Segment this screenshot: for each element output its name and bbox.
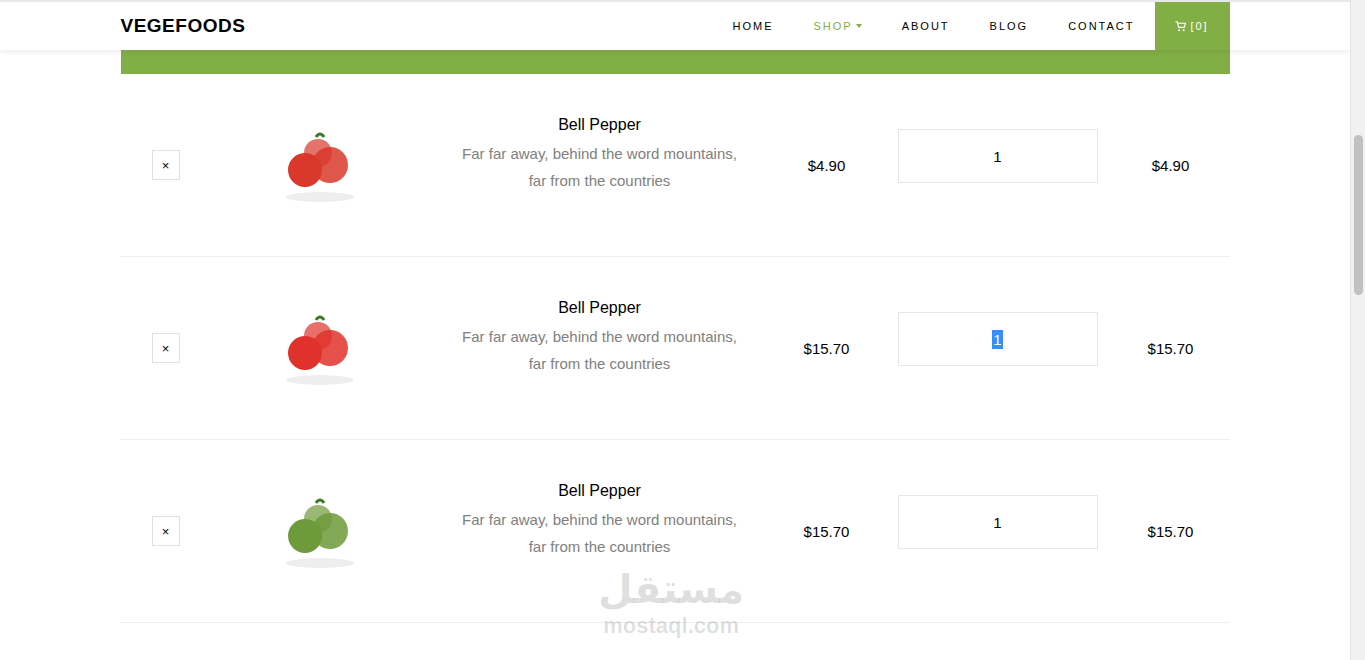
- nav-item[interactable]: SHOP: [793, 2, 881, 50]
- product-name: Bell Pepper: [558, 116, 641, 134]
- product-image: [270, 308, 370, 388]
- logo[interactable]: VEGEFOODS: [121, 15, 246, 37]
- product-image: [270, 491, 370, 571]
- total: $4.90: [1152, 157, 1190, 174]
- table-header: [121, 50, 1230, 74]
- scrollbar-thumb[interactable]: [1354, 135, 1363, 295]
- total: $15.70: [1148, 340, 1194, 357]
- remove-button[interactable]: ×: [152, 150, 180, 180]
- nav-item[interactable]: CONTACT: [1048, 2, 1154, 50]
- nav-item[interactable]: HOME: [712, 2, 793, 50]
- quantity-field[interactable]: 1: [898, 495, 1098, 549]
- price: $15.70: [804, 340, 850, 357]
- product-name: Bell Pepper: [558, 482, 641, 500]
- price: $15.70: [804, 523, 850, 540]
- total: $15.70: [1148, 523, 1194, 540]
- cart-table: × Bell Pepper Far far away, behind the wor…: [121, 50, 1230, 623]
- nav-menu: HOMESHOPABOUTBLOGCONTACT[0]: [712, 2, 1229, 50]
- product-image: [270, 125, 370, 205]
- quantity-field[interactable]: 1: [898, 129, 1098, 183]
- table-row: × Bell Pepper Far far away, behind the wor…: [121, 440, 1230, 623]
- watermark: مستقلmostaql.com: [598, 565, 744, 639]
- navbar: VEGEFOODS HOMESHOPABOUTBLOGCONTACT[0]: [0, 0, 1350, 50]
- table-row: × Bell Pepper Far far away, behind the wor…: [121, 74, 1230, 257]
- nav-item[interactable]: ABOUT: [882, 2, 970, 50]
- quantity-field[interactable]: 1: [898, 312, 1098, 366]
- main: VEGEFOODS HOMESHOPABOUTBLOGCONTACT[0] × Bel…: [0, 0, 1350, 660]
- cart-icon: [1175, 21, 1186, 32]
- table-row: × Bell Pepper Far far away, behind the wor…: [121, 257, 1230, 440]
- remove-button[interactable]: ×: [152, 516, 180, 546]
- nav-item[interactable]: BLOG: [970, 2, 1049, 50]
- product-description: Far far away, behind the word mountains,…: [455, 506, 745, 560]
- caret-icon: [856, 24, 862, 28]
- page: VEGEFOODS HOMESHOPABOUTBLOGCONTACT[0] × Bel…: [0, 0, 1365, 660]
- product-name: Bell Pepper: [558, 299, 641, 317]
- scrollbar[interactable]: [1350, 0, 1365, 660]
- remove-button[interactable]: ×: [152, 333, 180, 363]
- cart-button[interactable]: [0]: [1155, 2, 1230, 50]
- product-description: Far far away, behind the word mountains,…: [455, 140, 745, 194]
- product-description: Far far away, behind the word mountains,…: [455, 323, 745, 377]
- price: $4.90: [808, 157, 846, 174]
